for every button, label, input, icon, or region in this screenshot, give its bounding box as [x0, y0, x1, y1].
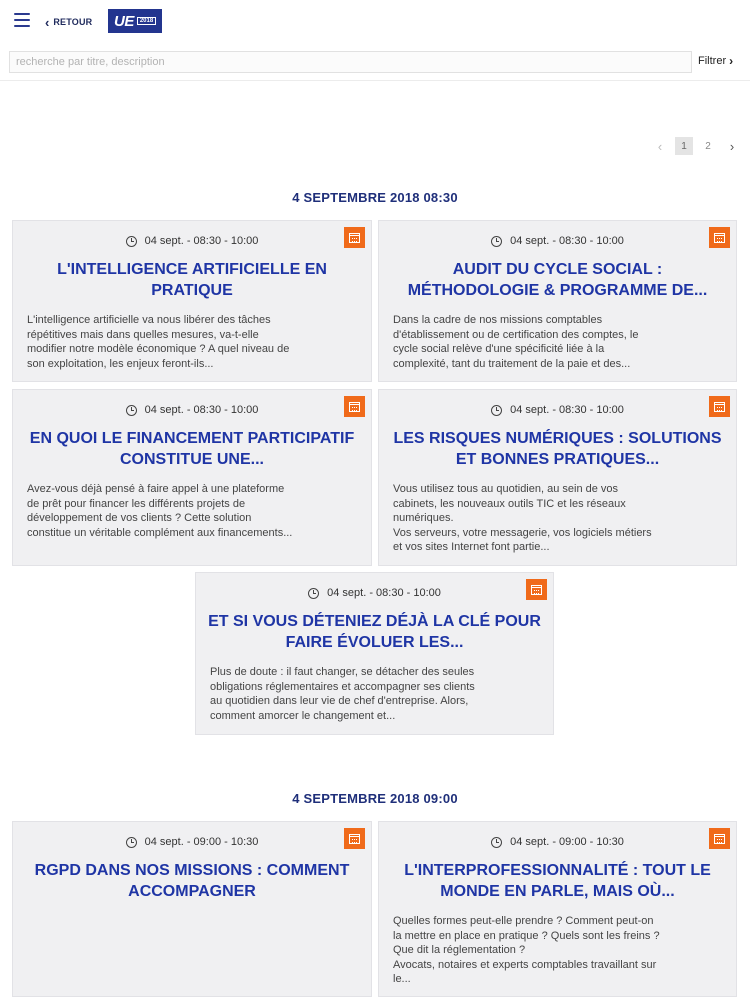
- top-bar: ‹ RETOUR UE 2018: [0, 0, 750, 42]
- clock-icon: [125, 235, 137, 247]
- back-label: RETOUR: [53, 17, 93, 27]
- clock-icon: [491, 404, 503, 416]
- session-title: AUDIT DU CYCLE SOCIAL : MÉTHODOLOGIE & P…: [407, 261, 708, 299]
- session-title: EN QUOI LE FINANCEMENT PARTICIPATIF CONS…: [29, 430, 355, 468]
- session-time: 04 sept. - 09:00 - 10:30: [379, 836, 736, 848]
- session-description: Vous utilisez tous au quotidien, au sein…: [393, 483, 652, 554]
- prev-page-button[interactable]: ‹: [651, 137, 669, 155]
- session-time: 04 sept. - 09:00 - 10:30: [13, 836, 371, 848]
- next-page-button[interactable]: ›: [723, 137, 741, 155]
- clock-icon: [491, 235, 503, 247]
- session-description: Dans la cadre de nos missions comptables…: [393, 314, 639, 370]
- back-button[interactable]: ‹ RETOUR: [45, 14, 92, 30]
- add-to-calendar-icon[interactable]: [344, 828, 365, 849]
- session-time: 04 sept. - 08:30 - 10:00: [379, 235, 736, 247]
- session-description: Avez-vous déjà pensé à faire appel à une…: [27, 483, 293, 539]
- filter-label: Filtrer: [698, 55, 727, 67]
- add-to-calendar-icon[interactable]: [709, 227, 730, 248]
- chevron-left-icon: ‹: [45, 14, 50, 30]
- session-card[interactable]: 04 sept. - 09:00 - 10:30 L'INTERPROFESSI…: [378, 821, 737, 997]
- session-description: L'intelligence artificielle va nous libé…: [27, 314, 290, 370]
- session-title: L'INTELLIGENCE ARTIFICIELLE EN PRATIQUE: [57, 261, 327, 299]
- event-logo[interactable]: UE 2018: [108, 9, 162, 33]
- session-title: L'INTERPROFESSIONNALITÉ : TOUT LE MONDE …: [404, 862, 711, 900]
- search-box: [9, 51, 692, 73]
- pagination: ‹ 1 2 ›: [645, 137, 741, 155]
- search-input[interactable]: [10, 52, 691, 72]
- clock-icon: [308, 587, 320, 599]
- add-to-calendar-icon[interactable]: [344, 227, 365, 248]
- session-title: LES RISQUES NUMÉRIQUES : SOLUTIONS ET BO…: [393, 430, 722, 468]
- menu-icon[interactable]: [14, 13, 30, 27]
- section-title: 4 SEPTEMBRE 2018 08:30: [292, 190, 458, 205]
- session-description: Plus de doute : il faut changer, se déta…: [210, 666, 475, 722]
- session-card[interactable]: 04 sept. - 09:00 - 10:30 RGPD DANS NOS M…: [12, 821, 372, 997]
- section-title: 4 SEPTEMBRE 2018 09:00: [292, 791, 458, 806]
- clock-icon: [125, 836, 137, 848]
- session-title: RGPD DANS NOS MISSIONS : COMMENT ACCOMPA…: [34, 862, 350, 900]
- session-card[interactable]: 04 sept. - 08:30 - 10:00 AUDIT DU CYCLE …: [378, 220, 737, 382]
- add-to-calendar-icon[interactable]: [344, 396, 365, 417]
- clock-icon: [491, 836, 503, 848]
- session-time: 04 sept. - 08:30 - 10:00: [196, 587, 553, 599]
- session-description: Quelles formes peut-elle prendre ? Comme…: [393, 915, 660, 986]
- logo-year: 2018: [136, 17, 157, 25]
- session-card[interactable]: 04 sept. - 08:30 - 10:00 ET SI VOUS DÉTE…: [195, 572, 554, 735]
- session-card[interactable]: 04 sept. - 08:30 - 10:00 L'INTELLIGENCE …: [12, 220, 372, 382]
- session-time: 04 sept. - 08:30 - 10:00: [379, 404, 736, 416]
- page-2-button[interactable]: 2: [699, 137, 717, 155]
- filter-button[interactable]: Filtrer ›: [698, 54, 733, 68]
- logo-text: UE: [114, 12, 134, 30]
- header-divider: [0, 80, 750, 81]
- session-card[interactable]: 04 sept. - 08:30 - 10:00 LES RISQUES NUM…: [378, 389, 737, 566]
- session-time: 04 sept. - 08:30 - 10:00: [13, 404, 371, 416]
- session-title: ET SI VOUS DÉTENIEZ DÉJÀ LA CLÉ POUR FAI…: [208, 613, 541, 651]
- session-time: 04 sept. - 08:30 - 10:00: [13, 235, 371, 247]
- add-to-calendar-icon[interactable]: [709, 396, 730, 417]
- clock-icon: [125, 404, 137, 416]
- chevron-right-icon: ›: [729, 54, 734, 68]
- add-to-calendar-icon[interactable]: [709, 828, 730, 849]
- session-card[interactable]: 04 sept. - 08:30 - 10:00 EN QUOI LE FINA…: [12, 389, 372, 566]
- page-1-button[interactable]: 1: [675, 137, 693, 155]
- add-to-calendar-icon[interactable]: [526, 579, 547, 600]
